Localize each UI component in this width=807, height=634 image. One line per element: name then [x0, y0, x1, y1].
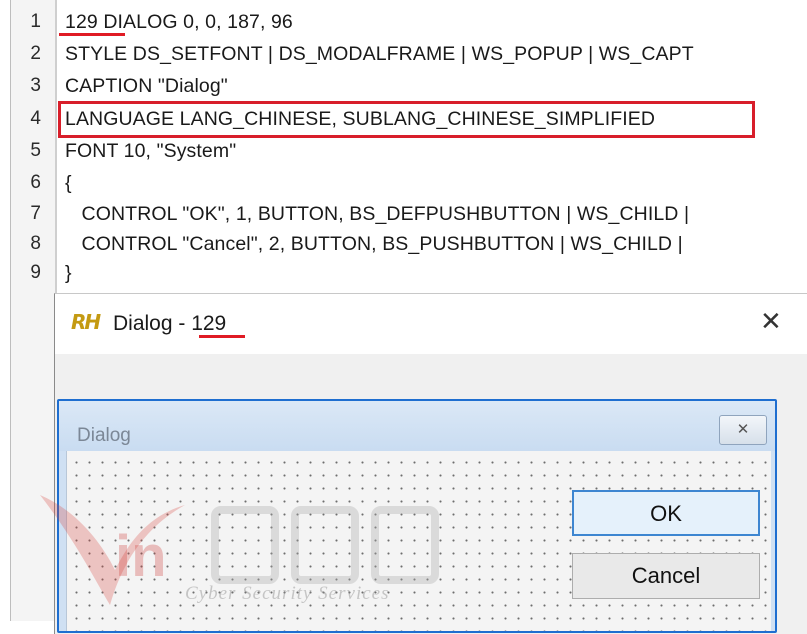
window-toolbar-area: [55, 354, 807, 400]
code-line-1: 1 129 DIALOG 0, 0, 187, 96: [11, 8, 807, 36]
ok-button[interactable]: OK: [572, 490, 760, 536]
code-text: FONT 10, "System": [65, 140, 237, 162]
code-text: CONTROL "Cancel", 2, BUTTON, BS_PUSHBUTT…: [65, 233, 683, 255]
code-line-3: 3 CAPTION "Dialog": [11, 72, 807, 100]
annotation-underline-id: [59, 33, 125, 36]
code-text: {: [65, 172, 72, 194]
code-line-2: 2 STYLE DS_SETFONT | DS_MODALFRAME | WS_…: [11, 40, 807, 68]
code-line-5: 5 FONT 10, "System": [11, 137, 807, 165]
code-line-7: 7 CONTROL "OK", 1, BUTTON, BS_DEFPUSHBUT…: [11, 200, 807, 228]
line-number: 3: [30, 75, 41, 96]
dialog-preview-close-button[interactable]: ✕: [719, 415, 767, 445]
window-titlebar[interactable]: RH Dialog - 129 ✕: [55, 294, 807, 354]
code-line-9: 9 }: [11, 259, 807, 287]
code-line-6: 6 {: [11, 169, 807, 197]
dialog-preview-grid-canvas[interactable]: [66, 451, 771, 631]
line-number: 2: [30, 43, 41, 64]
close-icon[interactable]: ✕: [760, 306, 782, 337]
cancel-button[interactable]: Cancel: [572, 553, 760, 599]
line-number: 9: [30, 262, 41, 283]
dialog-preview-caption: Dialog: [77, 425, 131, 446]
annotation-underline-title-id: [199, 335, 245, 338]
dialog-preview-titlebar[interactable]: Dialog ✕: [59, 401, 775, 451]
code-line-8: 8 CONTROL "Cancel", 2, BUTTON, BS_PUSHBU…: [11, 230, 807, 258]
close-icon: ✕: [736, 421, 750, 438]
line-number: 6: [30, 172, 41, 193]
code-text: }: [65, 262, 72, 284]
code-text: CONTROL "OK", 1, BUTTON, BS_DEFPUSHBUTTO…: [65, 203, 690, 225]
line-number: 5: [30, 140, 41, 161]
line-number: 1: [30, 11, 41, 32]
code-text: CAPTION "Dialog": [65, 75, 228, 97]
window-title: Dialog - 129: [113, 312, 227, 335]
line-number: 7: [30, 203, 41, 224]
code-text: 129 DIALOG 0, 0, 187, 96: [65, 11, 293, 33]
code-text: STYLE DS_SETFONT | DS_MODALFRAME | WS_PO…: [65, 43, 694, 65]
line-number: 8: [30, 233, 41, 254]
line-number: 4: [30, 108, 41, 129]
annotation-language-box: [58, 101, 755, 138]
resource-hacker-logo-icon: RH: [71, 310, 101, 334]
